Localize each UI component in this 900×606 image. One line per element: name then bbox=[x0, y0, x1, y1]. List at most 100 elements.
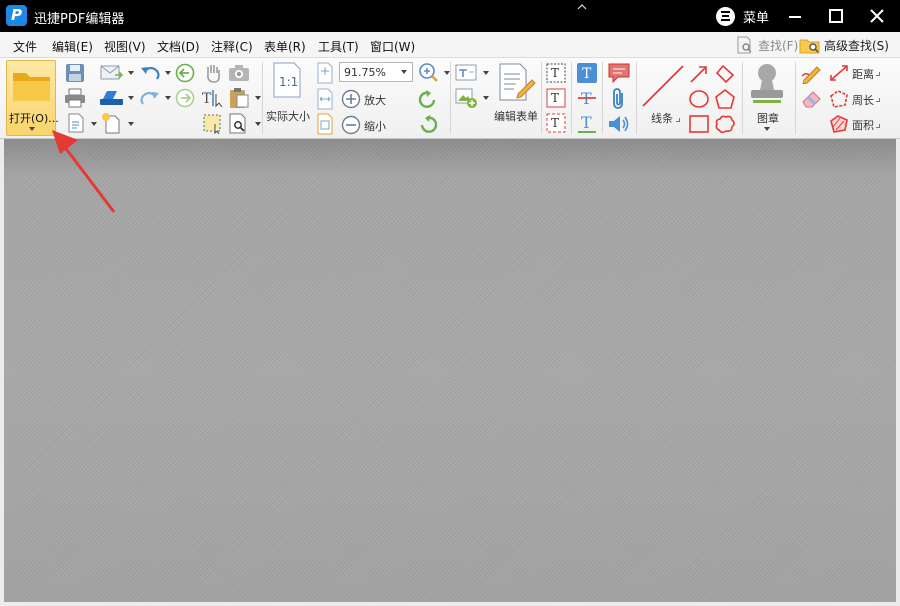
email-dropdown-icon[interactable] bbox=[128, 71, 134, 75]
hand-tool-icon[interactable] bbox=[203, 62, 223, 84]
main-menu-button[interactable]: 菜单 bbox=[716, 6, 769, 26]
advanced-find-button[interactable]: 高级查找(S) bbox=[799, 35, 889, 55]
find-doc-icon[interactable] bbox=[228, 112, 252, 134]
underline-icon[interactable]: T bbox=[576, 112, 598, 134]
menu-form[interactable]: 表单(R) bbox=[264, 38, 306, 55]
pencil-icon[interactable] bbox=[800, 62, 824, 84]
strikeout-icon[interactable]: T bbox=[576, 87, 598, 109]
paste-icon[interactable] bbox=[228, 87, 252, 109]
select-text-icon[interactable]: T bbox=[201, 88, 225, 108]
undo-dropdown-icon[interactable] bbox=[165, 71, 171, 75]
zoom-tool-icon[interactable] bbox=[417, 62, 441, 84]
zoom-in-label[interactable]: 放大 bbox=[364, 92, 386, 108]
print-icon[interactable] bbox=[64, 88, 86, 108]
fit-width-icon[interactable] bbox=[316, 88, 334, 110]
cloud-tool-icon[interactable] bbox=[714, 113, 736, 135]
zoom-in-icon[interactable] bbox=[341, 89, 361, 109]
ribbon-separator bbox=[742, 62, 743, 134]
ribbon-separator bbox=[795, 62, 796, 134]
text-field-icon[interactable] bbox=[455, 62, 479, 84]
scan-dropdown-icon[interactable] bbox=[128, 96, 134, 100]
stamp-dropdown-icon[interactable] bbox=[764, 127, 770, 131]
maximize-button[interactable] bbox=[826, 6, 846, 26]
minimize-button[interactable] bbox=[785, 6, 805, 26]
find-button[interactable]: 查找(F) bbox=[735, 35, 798, 55]
zoom-out-icon[interactable] bbox=[341, 115, 361, 135]
distance-icon[interactable] bbox=[828, 63, 850, 83]
area-label[interactable]: 面积 bbox=[852, 117, 874, 133]
perimeter-icon[interactable] bbox=[828, 88, 850, 110]
sound-icon[interactable] bbox=[607, 113, 631, 135]
email-icon[interactable] bbox=[100, 63, 124, 83]
document-workspace[interactable] bbox=[4, 139, 896, 602]
undo-icon[interactable] bbox=[139, 63, 161, 83]
edit-form-icon[interactable] bbox=[496, 62, 536, 102]
new-doc-dropdown-icon[interactable] bbox=[128, 122, 134, 126]
rectangle-tool-icon[interactable] bbox=[688, 113, 710, 135]
annotation-arrow-icon bbox=[52, 130, 116, 213]
zoom-out-label[interactable]: 缩小 bbox=[364, 118, 386, 134]
prev-view-icon[interactable] bbox=[175, 63, 195, 83]
image-field-icon[interactable] bbox=[455, 87, 479, 109]
text-box-icon[interactable]: T bbox=[545, 87, 567, 109]
app-title: 迅捷PDF编辑器 bbox=[34, 12, 125, 27]
area-icon[interactable] bbox=[828, 113, 850, 135]
zoom-select[interactable]: 91.75% bbox=[339, 62, 413, 82]
line-tool-icon[interactable] bbox=[641, 64, 685, 108]
window-frame-right bbox=[896, 139, 900, 606]
ellipse-tool-icon[interactable] bbox=[688, 88, 710, 110]
paste-dropdown-icon[interactable] bbox=[255, 96, 261, 100]
image-field-dropdown-icon[interactable] bbox=[483, 96, 489, 100]
close-button[interactable] bbox=[867, 6, 887, 26]
collapse-ribbon-icon[interactable] bbox=[577, 4, 587, 10]
menu-document[interactable]: 文档(D) bbox=[157, 38, 200, 55]
rotate-left-icon[interactable] bbox=[417, 89, 439, 109]
find-icon bbox=[737, 36, 752, 54]
menu-edit[interactable]: 编辑(E) bbox=[52, 38, 93, 55]
typewriter-icon[interactable]: T bbox=[545, 62, 567, 84]
next-view-icon[interactable] bbox=[175, 88, 195, 108]
eraser-icon[interactable] bbox=[800, 87, 824, 109]
stamp-icon[interactable] bbox=[747, 62, 787, 106]
ribbon-separator bbox=[541, 62, 542, 134]
find-doc-dropdown-icon[interactable] bbox=[255, 122, 261, 126]
perimeter-expand-icon[interactable] bbox=[876, 98, 880, 102]
menu-view[interactable]: 视图(V) bbox=[104, 38, 146, 55]
fit-page-icon[interactable] bbox=[316, 62, 334, 84]
snapshot-icon[interactable] bbox=[228, 64, 250, 82]
rotate-right-icon[interactable] bbox=[417, 114, 439, 134]
main-menu-label: 菜单 bbox=[743, 10, 770, 26]
area-expand-icon[interactable] bbox=[876, 124, 880, 128]
menu-comment[interactable]: 注释(C) bbox=[211, 38, 253, 55]
svg-text:T: T bbox=[551, 116, 559, 130]
polyline-tool-icon[interactable] bbox=[714, 63, 736, 85]
text-field-dropdown-icon[interactable] bbox=[483, 71, 489, 75]
lines-expand-icon[interactable] bbox=[676, 118, 680, 122]
open-button[interactable]: 打开(O)... bbox=[6, 60, 59, 136]
attachment-icon[interactable] bbox=[610, 87, 628, 111]
callout-icon[interactable]: T bbox=[545, 112, 567, 134]
polygon-tool-icon[interactable] bbox=[714, 88, 736, 110]
select-area-icon[interactable] bbox=[201, 112, 223, 134]
menu-window[interactable]: 窗口(W) bbox=[370, 38, 415, 55]
export-dropdown-icon[interactable] bbox=[91, 122, 97, 126]
svg-text:T: T bbox=[581, 113, 592, 132]
actual-size-icon[interactable]: 1:1 bbox=[271, 62, 303, 98]
perimeter-label[interactable]: 周长 bbox=[852, 92, 874, 108]
distance-expand-icon[interactable] bbox=[876, 72, 880, 76]
save-icon[interactable] bbox=[64, 63, 86, 83]
fit-visible-icon[interactable] bbox=[316, 113, 334, 135]
distance-label[interactable]: 距离 bbox=[852, 66, 874, 82]
menu-file[interactable]: 文件 bbox=[13, 38, 37, 55]
redo-dropdown-icon[interactable] bbox=[165, 96, 171, 100]
open-dropdown-icon[interactable] bbox=[29, 127, 35, 131]
menu-tools[interactable]: 工具(T) bbox=[318, 38, 359, 55]
arrow-tool-icon[interactable] bbox=[688, 63, 710, 85]
edit-text-icon[interactable]: T bbox=[576, 62, 598, 84]
ribbon-separator bbox=[571, 62, 572, 134]
menu-icon bbox=[716, 6, 735, 26]
zoom-value: 91.75% bbox=[344, 66, 386, 79]
redo-icon[interactable] bbox=[139, 88, 161, 108]
scan-icon[interactable] bbox=[99, 89, 125, 107]
note-icon[interactable] bbox=[607, 62, 631, 84]
